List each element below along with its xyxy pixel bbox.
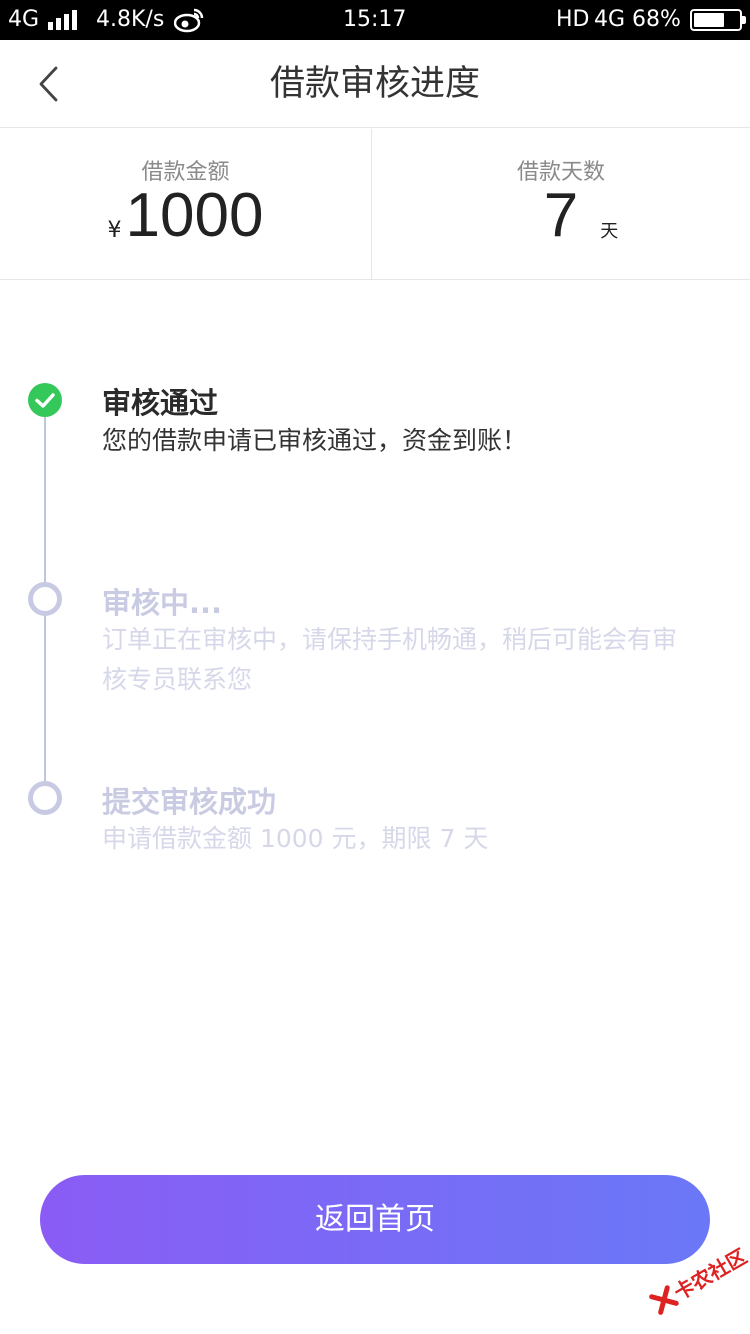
nav-bar: 借款审核进度 [0, 40, 750, 128]
battery-percent: 68% [632, 7, 681, 32]
step-description: 您的借款申请已审核通过，资金到账！ [102, 426, 528, 455]
back-button[interactable] [22, 58, 74, 110]
step-description: 订单正在审核中，请保持手机畅通，稍后可能会有审核专员联系您 [102, 625, 678, 694]
loan-days-value: 7 [543, 181, 579, 250]
step-title: 审核通过 [102, 386, 219, 420]
loan-amount: ¥1000 [0, 181, 371, 251]
step-description: 申请借款金额 1000 元，期限 7 天 [102, 824, 489, 853]
weibo-icon [173, 7, 204, 33]
status-bar: 4G 4.8K/s 15:17 HD 4G 68% [0, 0, 750, 40]
review-timeline: 审核通过 您的借款申请已审核通过，资金到账！ 审核中... 订单正在审核中，请保… [0, 280, 750, 900]
loan-days-unit: 天 [600, 221, 619, 242]
pending-circle-icon [28, 781, 62, 815]
check-circle-icon [28, 383, 62, 417]
loan-summary: 借款金额 ¥1000 借款天数 7天 [0, 129, 750, 280]
page-title: 借款审核进度 [269, 64, 480, 104]
loan-days-cell: 借款天数 7天 [372, 129, 750, 280]
clock: 15:17 [343, 7, 407, 32]
return-home-button[interactable]: 返回首页 [40, 1175, 710, 1264]
loan-days: 7天 [372, 181, 750, 251]
loan-amount-cell: 借款金额 ¥1000 [0, 129, 372, 280]
hd-indicator: HD [556, 7, 590, 32]
network-type-right: 4G [594, 7, 626, 32]
currency-symbol: ¥ [107, 218, 122, 243]
step-title: 审核中... [102, 586, 223, 620]
pending-circle-icon [28, 582, 62, 616]
loan-amount-value: 1000 [125, 181, 264, 250]
network-type: 4G [8, 7, 40, 32]
network-speed: 4.8K/s [96, 7, 165, 32]
step-title: 提交审核成功 [102, 785, 277, 819]
battery-icon [690, 9, 746, 31]
chevron-left-icon [39, 66, 58, 102]
